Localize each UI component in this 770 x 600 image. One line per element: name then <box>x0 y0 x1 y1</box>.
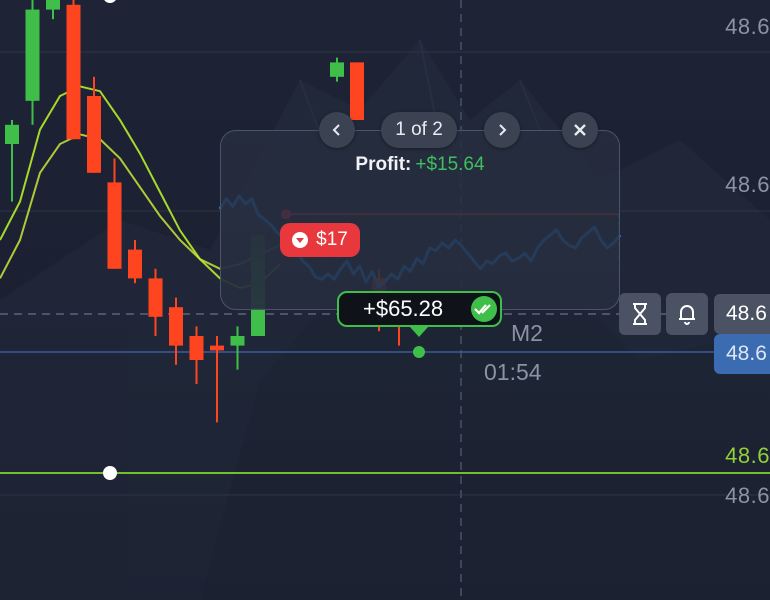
chevron-right-icon <box>499 124 507 136</box>
price-label: 48.6 <box>725 172 770 197</box>
result-amount: +$65.28 <box>363 296 444 321</box>
current-price-tag: 48.6 <box>714 294 770 334</box>
candle-body <box>128 249 142 279</box>
countdown-timer: 01:54 <box>484 359 542 385</box>
bell-icon <box>679 305 695 325</box>
secondary-price-tag: 48.6 <box>714 334 770 374</box>
next-trade-button[interactable] <box>484 112 520 148</box>
double-check-icon <box>471 296 497 322</box>
profit-summary: Profit: +$15.64 <box>220 154 620 176</box>
candle-body <box>169 307 183 346</box>
candle-body <box>230 336 245 346</box>
candle-body <box>46 0 60 10</box>
prev-trade-button[interactable] <box>319 112 355 148</box>
candle-body <box>5 124 19 144</box>
candle-body <box>210 345 224 351</box>
candle-body <box>66 4 81 140</box>
loss-amount: $17 <box>316 229 348 250</box>
caret-down-icon <box>292 232 309 248</box>
price-alert-button[interactable] <box>666 293 708 335</box>
profit-value: +$15.64 <box>415 154 485 175</box>
trade-pager: 1 of 2 <box>381 112 457 148</box>
badge-pointer <box>410 327 428 337</box>
close-icon <box>574 124 586 136</box>
close-popup-button[interactable] <box>562 112 598 148</box>
candle-body <box>107 182 122 269</box>
chevron-left-icon <box>332 124 340 136</box>
price-label: 48.6 <box>725 14 770 39</box>
level-drag-handle[interactable] <box>103 466 117 480</box>
hourglass-icon <box>633 303 647 325</box>
candle-body <box>148 278 163 317</box>
candle-body <box>350 62 364 120</box>
timeframe-label: M2 <box>511 320 543 346</box>
loss-badge: $17 <box>280 223 360 257</box>
candle-body <box>330 62 344 77</box>
profit-label: Profit: <box>355 154 412 175</box>
level-price-label: 48.6 <box>725 443 770 468</box>
trade-result-badge[interactable]: +$65.28 <box>337 291 502 327</box>
candle-body <box>87 96 101 173</box>
pending-trade-button[interactable] <box>619 293 661 335</box>
candle-body <box>25 9 40 101</box>
entry-point <box>413 346 425 358</box>
candle-body <box>189 336 204 360</box>
price-label: 48.6 <box>725 483 770 508</box>
